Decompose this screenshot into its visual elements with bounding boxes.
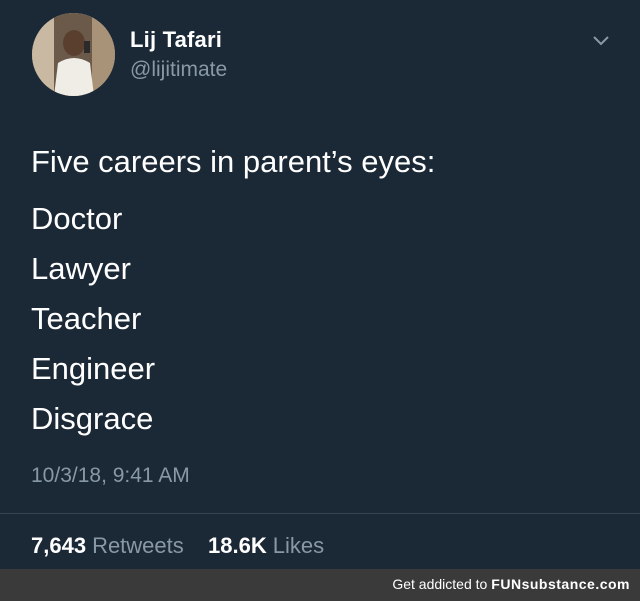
tweet-line-lawyer: Lawyer — [31, 251, 131, 286]
tweet-intro: Five careers in parent’s eyes: — [31, 144, 436, 179]
tweet-line-disgrace: Disgrace — [31, 401, 154, 436]
user-handle[interactable]: @lijitimate — [130, 58, 227, 82]
tweet-line-engineer: Engineer — [31, 351, 156, 386]
tweet-line-doctor: Doctor — [31, 201, 123, 236]
likes-label: Likes — [272, 533, 325, 558]
watermark-prefix: Get addicted to — [392, 576, 488, 592]
tweet-line-teacher: Teacher — [31, 301, 142, 336]
likes-count: 18.6K — [208, 533, 267, 558]
user-avatar-photo — [32, 13, 115, 96]
tweet-stats: 7,643 Retweets 18.6K Likes — [31, 533, 324, 559]
watermark-brand: FUNsubstance.com — [491, 576, 630, 592]
watermark: Get addicted to FUNsubstance.com — [392, 576, 630, 592]
retweets-label: Retweets — [92, 533, 184, 558]
retweets-stat[interactable]: 7,643 Retweets — [31, 533, 190, 558]
watermark-bar: Get addicted to FUNsubstance.com — [0, 569, 640, 601]
retweets-count: 7,643 — [31, 533, 87, 558]
chevron-down-icon[interactable] — [592, 34, 610, 48]
tweet-timestamp[interactable]: 10/3/18, 9:41 AM — [31, 464, 190, 488]
likes-stat[interactable]: 18.6K Likes — [208, 533, 324, 558]
divider — [0, 513, 640, 514]
avatar[interactable] — [32, 13, 115, 96]
display-name[interactable]: Lij Tafari — [130, 27, 222, 53]
tweet-text: Five careers in parent’s eyes: Doctor La… — [31, 140, 435, 444]
